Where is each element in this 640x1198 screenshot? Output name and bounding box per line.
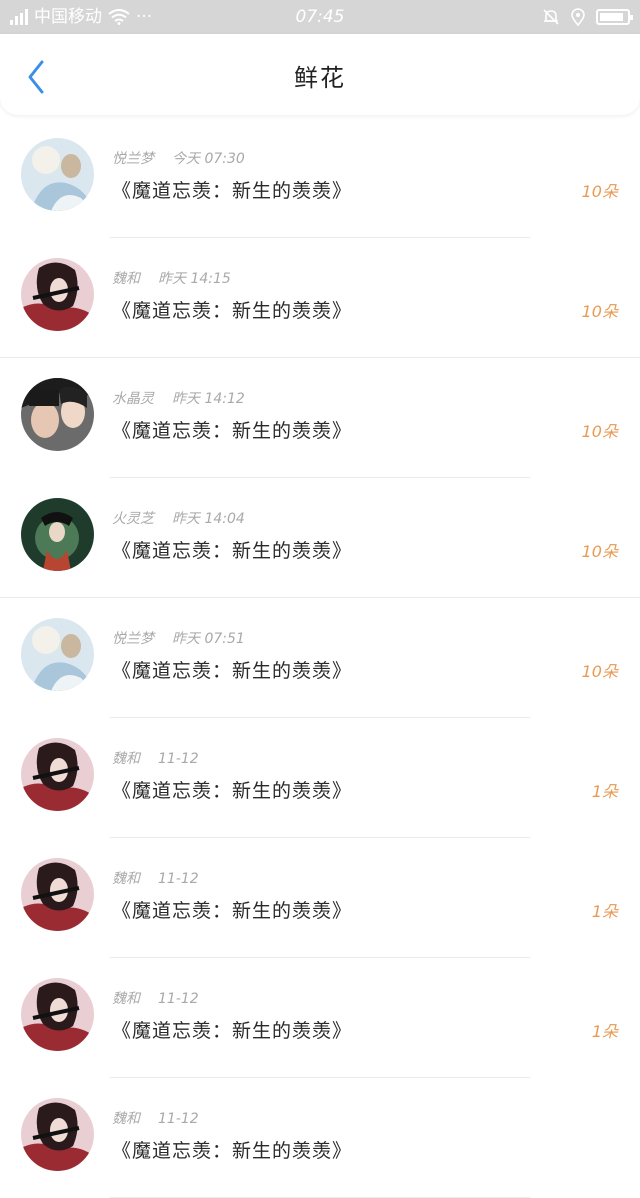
- item-meta: 魏和 11-12: [112, 1108, 199, 1128]
- user-name: 魏和: [112, 871, 140, 887]
- gift-time: 昨天 14:12: [172, 391, 245, 407]
- flower-amount: 1朵: [591, 1022, 618, 1041]
- book-title: 《魔道忘羡：新生的羡羡》: [112, 900, 353, 922]
- gift-time: 11-12: [158, 991, 199, 1007]
- gift-time: 11-12: [158, 871, 199, 887]
- item-meta: 魏和 11-12: [112, 868, 199, 888]
- book-title: 《魔道忘羡：新生的羡羡》: [112, 660, 353, 682]
- item-meta: 水晶灵 昨天 14:12: [112, 388, 245, 408]
- book-title: 《魔道忘羡：新生的羡羡》: [112, 540, 353, 562]
- list-item[interactable]: 水晶灵 昨天 14:12 《魔道忘羡：新生的羡羡》 10朵: [0, 358, 640, 478]
- user-name: 悦兰梦: [112, 151, 154, 167]
- flower-amount: 10朵: [581, 422, 618, 441]
- flower-amount: 10朵: [581, 662, 618, 681]
- battery-icon: [596, 9, 633, 25]
- list-item[interactable]: 魏和 11-12 《魔道忘羡：新生的羡羡》 1朵: [0, 838, 640, 958]
- gift-time: 11-12: [158, 751, 199, 767]
- user-name: 魏和: [112, 271, 140, 287]
- avatar[interactable]: [21, 138, 94, 211]
- flower-amount: 10朵: [581, 182, 618, 201]
- avatar[interactable]: [21, 978, 94, 1051]
- status-bar: 中国移动 ··· 07:45: [0, 0, 640, 34]
- item-meta: 魏和 11-12: [112, 748, 199, 768]
- book-title: 《魔道忘羡：新生的羡羡》: [112, 1020, 353, 1042]
- avatar[interactable]: [21, 378, 94, 451]
- list-item[interactable]: 魏和 11-12 《魔道忘羡：新生的羡羡》 1朵: [0, 958, 640, 1078]
- user-name: 悦兰梦: [112, 631, 154, 647]
- item-meta: 魏和 11-12: [112, 988, 199, 1008]
- book-title: 《魔道忘羡：新生的羡羡》: [112, 300, 353, 322]
- gift-time: 昨天 14:04: [172, 511, 245, 527]
- mute-bell-icon: [543, 9, 559, 25]
- gift-time: 11-12: [158, 1111, 199, 1127]
- user-name: 火灵芝: [112, 511, 154, 527]
- item-meta: 火灵芝 昨天 14:04: [112, 508, 245, 528]
- avatar[interactable]: [21, 738, 94, 811]
- user-name: 魏和: [112, 751, 140, 767]
- book-title: 《魔道忘羡：新生的羡羡》: [112, 420, 353, 442]
- flower-amount: 10朵: [581, 302, 618, 321]
- item-meta: 悦兰梦 昨天 07:51: [112, 628, 245, 648]
- avatar[interactable]: [21, 498, 94, 571]
- list-item[interactable]: 魏和 11-12 《魔道忘羡：新生的羡羡》: [0, 1078, 640, 1198]
- list-item[interactable]: 悦兰梦 今天 07:30 《魔道忘羡：新生的羡羡》 10朵: [0, 118, 640, 238]
- list-item[interactable]: 悦兰梦 昨天 07:51 《魔道忘羡：新生的羡羡》 10朵: [0, 598, 640, 718]
- user-name: 魏和: [112, 991, 140, 1007]
- list-item[interactable]: 魏和 昨天 14:15 《魔道忘羡：新生的羡羡》 10朵: [0, 238, 640, 358]
- book-title: 《魔道忘羡：新生的羡羡》: [112, 780, 353, 802]
- gift-time: 昨天 14:15: [158, 271, 231, 287]
- gift-time: 今天 07:30: [172, 151, 245, 167]
- flower-gift-list: 悦兰梦 今天 07:30 《魔道忘羡：新生的羡羡》 10朵 魏和 昨天 14:15 《魔道忘…: [0, 118, 640, 1198]
- flower-amount: 10朵: [581, 542, 618, 561]
- navigation-header: 鲜花: [0, 34, 640, 115]
- page-title: 鲜花: [294, 64, 346, 92]
- item-meta: 魏和 昨天 14:15: [112, 268, 231, 288]
- book-title: 《魔道忘羡：新生的羡羡》: [112, 180, 353, 202]
- gift-time: 昨天 07:51: [172, 631, 245, 647]
- list-item[interactable]: 火灵芝 昨天 14:04 《魔道忘羡：新生的羡羡》 10朵: [0, 478, 640, 598]
- flower-amount: 1朵: [591, 902, 618, 921]
- location-icon: [571, 8, 585, 26]
- list-item[interactable]: 魏和 11-12 《魔道忘羡：新生的羡羡》 1朵: [0, 718, 640, 838]
- avatar[interactable]: [21, 618, 94, 691]
- flower-amount: 1朵: [591, 782, 618, 801]
- user-name: 水晶灵: [112, 391, 154, 407]
- avatar[interactable]: [21, 1098, 94, 1171]
- avatar[interactable]: [21, 858, 94, 931]
- book-title: 《魔道忘羡：新生的羡羡》: [112, 1140, 353, 1162]
- avatar[interactable]: [21, 258, 94, 331]
- user-name: 魏和: [112, 1111, 140, 1127]
- item-meta: 悦兰梦 今天 07:30: [112, 148, 245, 168]
